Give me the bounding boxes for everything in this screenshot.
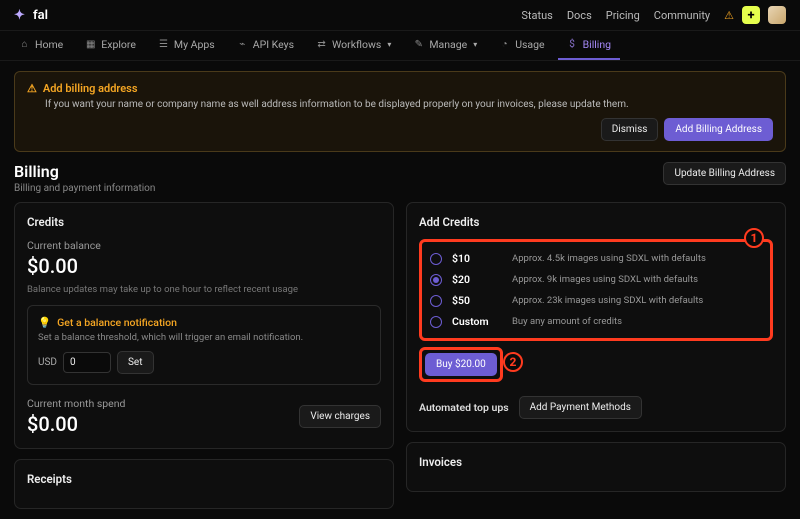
receipts-card: Receipts: [14, 459, 394, 509]
link-status[interactable]: Status: [521, 9, 552, 22]
nav-workflows[interactable]: ⇄Workflows▾: [307, 31, 400, 60]
add-payment-methods-button[interactable]: Add Payment Methods: [519, 396, 642, 419]
annotation-2: 2: [503, 352, 523, 372]
nav-api-keys[interactable]: ⌁API Keys: [228, 31, 303, 60]
link-community[interactable]: Community: [654, 9, 710, 22]
billing-alert: ⚠ Add billing address If you want your n…: [14, 71, 786, 152]
radio-icon: [430, 316, 442, 328]
top-links: Status Docs Pricing Community ⚠ +: [521, 6, 786, 24]
currency-label: USD: [38, 357, 57, 368]
apps-icon: ☰: [158, 39, 169, 50]
link-docs[interactable]: Docs: [567, 9, 592, 22]
top-right: ⚠ +: [724, 6, 786, 24]
nav-home[interactable]: ⌂Home: [10, 31, 72, 60]
spend-label: Current month spend: [27, 397, 125, 410]
logo[interactable]: fal: [14, 8, 48, 23]
workflow-icon: ⇄: [316, 39, 327, 50]
page-body: ⚠ Add billing address If you want your n…: [0, 61, 800, 519]
key-icon: ⌁: [237, 39, 248, 50]
radio-icon: [430, 274, 442, 286]
credit-option-50[interactable]: $50Approx. 23k images using SDXL with de…: [428, 290, 764, 311]
alert-body: If you want your name or company name as…: [27, 99, 773, 110]
warning-icon: ⚠: [27, 82, 37, 95]
credits-title: Credits: [27, 215, 381, 229]
add-credits-card: Add Credits 1 $10Approx. 4.5k images usi…: [406, 202, 786, 432]
nav-usage[interactable]: ◔Usage: [490, 31, 553, 60]
explore-icon: ▦: [85, 39, 96, 50]
alert-title: ⚠ Add billing address: [27, 82, 773, 95]
highlight-buy: Buy $20.00: [419, 347, 503, 382]
highlight-options: 1 $10Approx. 4.5k images using SDXL with…: [419, 239, 773, 341]
radio-icon: [430, 253, 442, 265]
balance-hint: Balance updates may take up to one hour …: [27, 284, 381, 295]
main-nav: ⌂Home ▦Explore ☰My Apps ⌁API Keys ⇄Workf…: [0, 31, 800, 61]
receipts-title: Receipts: [27, 472, 381, 486]
radio-icon: [430, 295, 442, 307]
nav-billing[interactable]: $Billing: [558, 31, 620, 60]
manage-icon: ✎: [413, 39, 424, 50]
notif-subtitle: Set a balance threshold, which will trig…: [38, 332, 370, 343]
billing-icon: $: [567, 39, 578, 50]
create-button[interactable]: +: [742, 6, 760, 24]
page-header: Billing Billing and payment information …: [14, 162, 786, 194]
add-credits-title: Add Credits: [419, 215, 773, 229]
spend-value: $0.00: [27, 412, 125, 436]
credit-option-20[interactable]: $20Approx. 9k images using SDXL with def…: [428, 269, 764, 290]
update-billing-address-button[interactable]: Update Billing Address: [663, 162, 786, 185]
notif-title: 💡 Get a balance notification: [38, 316, 370, 329]
avatar[interactable]: [768, 6, 786, 24]
credit-option-custom[interactable]: CustomBuy any amount of credits: [428, 311, 764, 332]
bulb-icon: 💡: [38, 316, 51, 329]
home-icon: ⌂: [19, 39, 30, 50]
view-charges-button[interactable]: View charges: [299, 405, 381, 428]
logo-icon: [14, 8, 28, 22]
buy-credits-button[interactable]: Buy $20.00: [425, 353, 497, 376]
nav-manage[interactable]: ✎Manage▾: [404, 31, 486, 60]
top-bar: fal Status Docs Pricing Community ⚠ +: [0, 0, 800, 31]
usage-icon: ◔: [499, 39, 510, 50]
set-threshold-button[interactable]: Set: [117, 351, 154, 374]
page-title: Billing: [14, 162, 155, 181]
invoices-title: Invoices: [419, 455, 773, 469]
chevron-down-icon: ▾: [473, 40, 477, 49]
balance-notification-box: 💡 Get a balance notification Set a balan…: [27, 305, 381, 385]
auto-topup-label: Automated top ups: [419, 401, 509, 414]
chevron-down-icon: ▾: [387, 40, 391, 49]
link-pricing[interactable]: Pricing: [606, 9, 640, 22]
credit-option-10[interactable]: $10Approx. 4.5k images using SDXL with d…: [428, 248, 764, 269]
credits-card: Credits Current balance $0.00 Balance up…: [14, 202, 394, 449]
balance-label: Current balance: [27, 239, 381, 252]
warning-icon[interactable]: ⚠: [724, 9, 734, 22]
page-subtitle: Billing and payment information: [14, 183, 155, 194]
annotation-1: 1: [744, 228, 764, 248]
nav-my-apps[interactable]: ☰My Apps: [149, 31, 224, 60]
invoices-card: Invoices: [406, 442, 786, 492]
threshold-input[interactable]: [63, 352, 111, 373]
dismiss-button[interactable]: Dismiss: [601, 118, 659, 141]
add-billing-address-button[interactable]: Add Billing Address: [664, 118, 773, 141]
nav-explore[interactable]: ▦Explore: [76, 31, 145, 60]
balance-value: $0.00: [27, 254, 381, 278]
brand-text: fal: [33, 8, 48, 23]
